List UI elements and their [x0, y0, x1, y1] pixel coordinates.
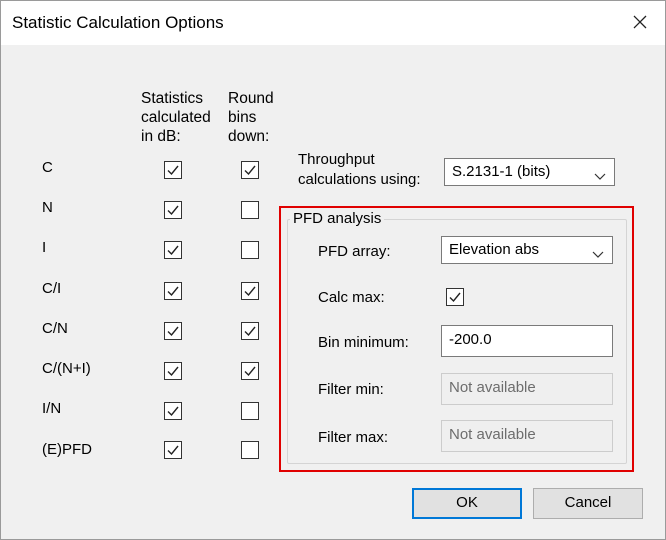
checkmark-icon — [244, 286, 256, 297]
chevron-down-icon — [592, 246, 604, 263]
filter-max-input: Not available — [441, 420, 613, 452]
checkmark-icon — [244, 326, 256, 337]
checkmark-icon — [167, 326, 179, 337]
stats-db-checkbox-i[interactable] — [164, 241, 182, 259]
bin-minimum-label: Bin minimum: — [318, 334, 409, 351]
ok-button[interactable]: OK — [412, 488, 522, 519]
chevron-down-icon — [594, 168, 606, 185]
title-bar: Statistic Calculation Options — [1, 1, 665, 45]
row-label-c-i: C/I — [42, 280, 62, 297]
round-bins-column-header: Round bins down: — [228, 90, 274, 145]
pfd-array-select[interactable]: Elevation abs — [441, 236, 613, 264]
stats-db-checkbox-n[interactable] — [164, 201, 182, 219]
calc-max-label: Calc max: — [318, 289, 385, 306]
stats-db-checkbox-c-n-plus-i[interactable] — [164, 362, 182, 380]
stats-db-checkbox-c-n[interactable] — [164, 322, 182, 340]
bin-minimum-value: -200.0 — [449, 331, 492, 348]
checkmark-icon — [167, 205, 179, 216]
dialog-title: Statistic Calculation Options — [12, 13, 224, 32]
round-down-checkbox-c-n[interactable] — [241, 322, 259, 340]
checkmark-icon — [167, 445, 179, 456]
filter-min-value: Not available — [449, 379, 536, 396]
row-label-c: C — [42, 159, 53, 176]
row-label-i: I — [42, 239, 47, 256]
stats-db-column-header: Statistics calculated in dB: — [141, 90, 211, 145]
throughput-label-line1: Throughput — [298, 151, 375, 168]
row-label-epfd: (E)PFD — [42, 441, 92, 458]
round-down-checkbox-c[interactable] — [241, 161, 259, 179]
throughput-select[interactable]: S.2131-1 (bits) — [444, 158, 615, 186]
stats-db-checkbox-i-n[interactable] — [164, 402, 182, 420]
throughput-select-value: S.2131-1 (bits) — [452, 163, 551, 180]
stats-db-checkbox-epfd[interactable] — [164, 441, 182, 459]
filter-max-value: Not available — [449, 426, 536, 443]
stats-db-checkbox-c[interactable] — [164, 161, 182, 179]
bin-minimum-input[interactable]: -200.0 — [441, 325, 613, 357]
row-label-i-n: I/N — [42, 400, 62, 417]
round-down-checkbox-c-i[interactable] — [241, 282, 259, 300]
row-label-c-n-plus-i: C/(N+I) — [42, 360, 91, 377]
row-label-n: N — [42, 199, 53, 216]
pfd-array-label: PFD array: — [318, 243, 391, 260]
filter-min-input: Not available — [441, 373, 613, 405]
round-down-checkbox-n[interactable] — [241, 201, 259, 219]
filter-min-label: Filter min: — [318, 381, 384, 398]
checkmark-icon — [167, 406, 179, 417]
round-down-checkbox-i-n[interactable] — [241, 402, 259, 420]
stats-db-checkbox-c-i[interactable] — [164, 282, 182, 300]
checkmark-icon — [167, 245, 179, 256]
checkmark-icon — [167, 286, 179, 297]
checkmark-icon — [167, 165, 179, 176]
round-down-checkbox-i[interactable] — [241, 241, 259, 259]
pfd-array-select-value: Elevation abs — [449, 241, 540, 258]
cancel-button[interactable]: Cancel — [533, 488, 643, 519]
round-down-checkbox-epfd[interactable] — [241, 441, 259, 459]
filter-max-label: Filter max: — [318, 429, 389, 446]
pfd-analysis-group-title: PFD analysis — [290, 210, 385, 227]
row-label-c-n: C/N — [42, 320, 68, 337]
calc-max-checkbox[interactable] — [446, 288, 464, 306]
checkmark-icon — [167, 366, 179, 377]
throughput-label-line2: calculations using: — [298, 171, 421, 188]
close-icon[interactable] — [629, 11, 651, 33]
round-down-checkbox-c-n-plus-i[interactable] — [241, 362, 259, 380]
checkmark-icon — [449, 292, 461, 303]
checkmark-icon — [244, 165, 256, 176]
checkmark-icon — [244, 366, 256, 377]
